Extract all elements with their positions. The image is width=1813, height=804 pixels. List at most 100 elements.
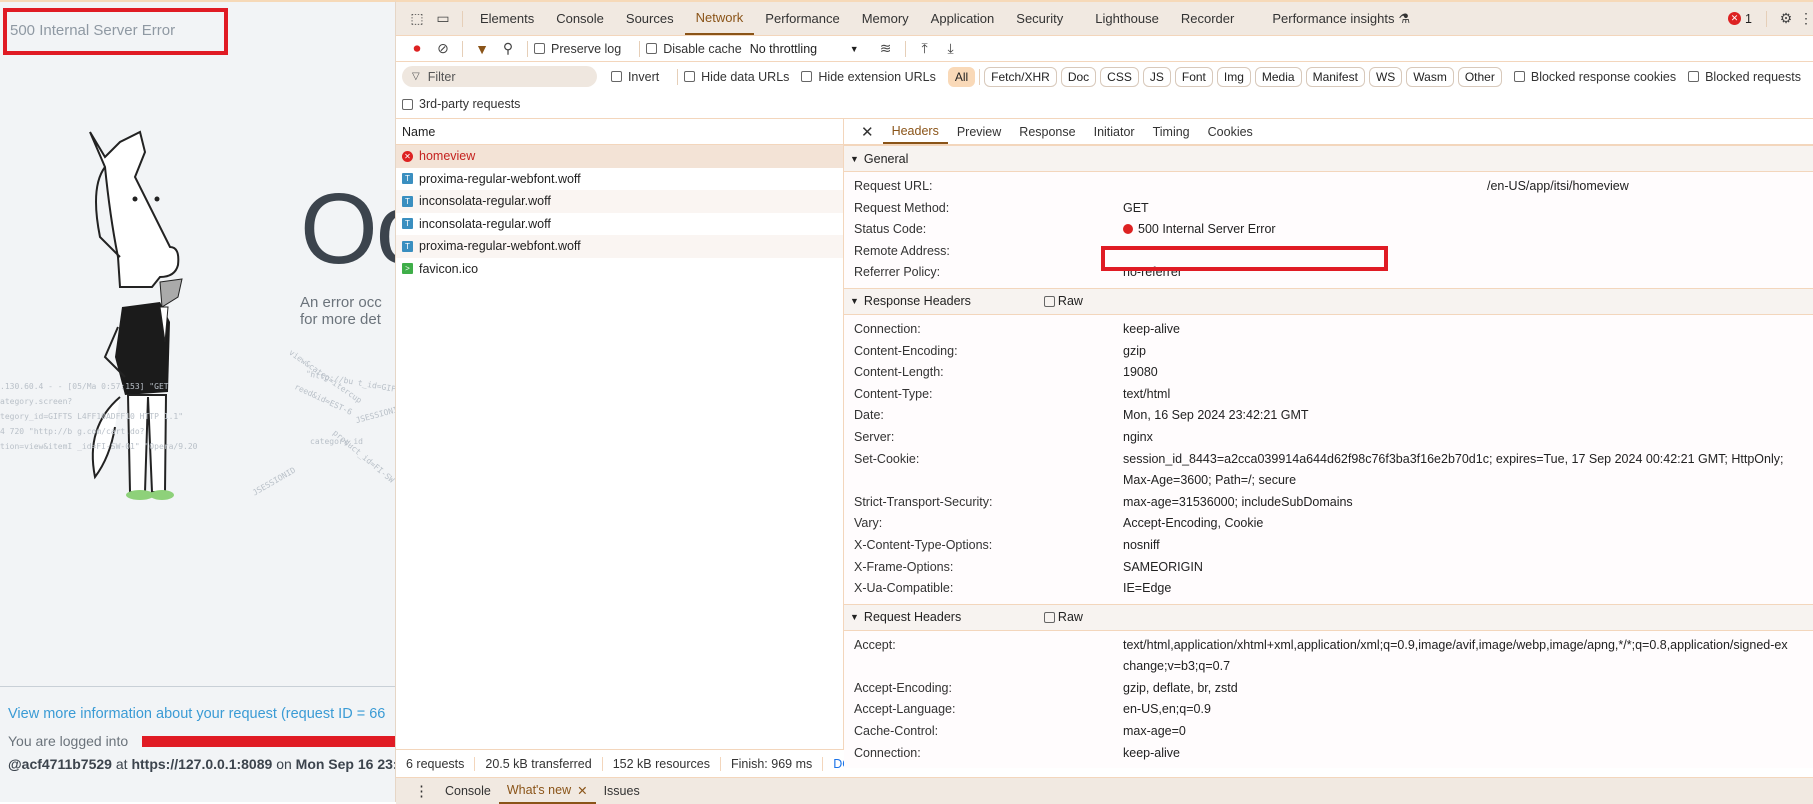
drawer-menu-icon[interactable]: ⋮ — [406, 778, 437, 804]
tab-application[interactable]: Application — [920, 2, 1006, 35]
hide-data-urls-checkbox[interactable]: Hide data URLs — [684, 70, 789, 84]
filter-placeholder: Filter — [427, 69, 456, 84]
filter-input[interactable]: ▽ Filter — [402, 66, 597, 87]
error-count[interactable]: 1 — [1745, 12, 1752, 26]
request-row[interactable]: Tinconsolata-regular.woff — [396, 190, 843, 213]
request-row[interactable]: > favicon.ico — [396, 257, 843, 280]
network-conditions-icon[interactable]: ≋ — [873, 38, 899, 60]
header-key: Request Method: — [854, 200, 950, 215]
header-key: Content-Encoding: — [854, 343, 958, 358]
hide-extension-urls-checkbox[interactable]: Hide extension URLs — [801, 69, 936, 84]
type-filter-wasm[interactable]: Wasm — [1406, 66, 1454, 87]
tab-sources[interactable]: Sources — [615, 2, 685, 35]
type-filter-manifest[interactable]: Manifest — [1305, 66, 1365, 87]
error-message-line-2: for more det — [300, 311, 381, 328]
more-info-link[interactable]: View more information about your request… — [8, 706, 385, 722]
throttling-select[interactable]: No throttling — [750, 42, 850, 56]
raw-checkbox[interactable]: Raw — [1043, 294, 1083, 308]
request-details: ✕ Headers Preview Response Initiator Tim… — [844, 118, 1813, 804]
more-options-icon[interactable]: ⋮ — [1799, 8, 1813, 30]
separator — [1766, 10, 1767, 27]
settings-gear-icon[interactable]: ⚙ — [1773, 8, 1799, 30]
type-filter-ws[interactable]: WS — [1368, 66, 1403, 87]
error-icon[interactable]: ✕ — [1728, 12, 1742, 25]
request-row[interactable]: ✕ homeview — [396, 145, 843, 168]
general-section-header[interactable]: ▼ General — [844, 145, 1813, 172]
third-party-checkbox[interactable]: 3rd-party requests — [402, 97, 520, 111]
record-stop-icon[interactable]: ⏺ — [404, 38, 430, 60]
tab-memory[interactable]: Memory — [851, 2, 920, 35]
log-text: 4 720 "http://b g.com/cart.do? — [0, 427, 145, 436]
tab-security[interactable]: Security — [1005, 2, 1074, 35]
disable-cache-checkbox[interactable]: Disable cache — [646, 42, 742, 56]
close-details-icon[interactable]: ✕ — [852, 119, 883, 144]
close-icon[interactable]: ✕ — [577, 783, 587, 798]
header-row: Date: Mon, 16 Sep 2024 23:42:21 GMT — [844, 405, 1813, 427]
tab-preview[interactable]: Preview — [948, 119, 1010, 144]
tab-console[interactable]: Console — [545, 2, 615, 35]
devtools-panel: ⬚ ▭ Elements Console Sources Network Per… — [395, 0, 1813, 804]
response-headers-section-header[interactable]: ▼ Response Headers Raw — [844, 287, 1813, 315]
export-har-download-icon[interactable]: ⤓ — [938, 38, 964, 60]
font-file-icon: T — [402, 240, 413, 252]
inspect-element-icon[interactable]: ⬚ — [404, 8, 430, 30]
header-key: Server: — [854, 429, 895, 444]
request-row[interactable]: Tinconsolata-regular.woff — [396, 213, 843, 236]
header-key: Status Code: — [854, 222, 927, 237]
resources-size: 152 kB resources — [613, 756, 721, 771]
log-text: .130.60.4 - - [05/Ma 0:57:153] "GET — [0, 382, 169, 391]
request-row[interactable]: Tproxima-regular-webfont.woff — [396, 168, 843, 191]
type-filter-css[interactable]: CSS — [1100, 66, 1139, 87]
tab-headers[interactable]: Headers — [882, 119, 948, 144]
request-row[interactable]: Tproxima-regular-webfont.woff — [396, 235, 843, 258]
header-key: Set-Cookie: — [854, 451, 920, 466]
clear-icon[interactable]: ⊘ — [430, 38, 456, 60]
header-row: Request URL: /en-US/app/itsi/homeview — [844, 176, 1813, 198]
import-har-upload-icon[interactable]: ⤒ — [912, 38, 938, 60]
tab-network[interactable]: Network — [684, 2, 755, 35]
drawer-tab-issues[interactable]: Issues — [596, 778, 648, 804]
request-headers-section-header[interactable]: ▼ Request Headers Raw — [844, 603, 1813, 631]
header-key: Content-Type: — [854, 386, 933, 401]
type-filter-font[interactable]: Font — [1174, 66, 1213, 87]
raw-checkbox[interactable]: Raw — [1043, 610, 1083, 624]
type-filter-js[interactable]: JS — [1142, 66, 1171, 87]
type-filter-all[interactable]: All — [947, 66, 976, 87]
header-value: nosniff — [1123, 537, 1160, 552]
tab-lighthouse[interactable]: Lighthouse — [1084, 2, 1170, 35]
general-rows: Request URL: /en-US/app/itsi/homeview Req… — [844, 172, 1813, 288]
type-filter-other[interactable]: Other — [1457, 66, 1502, 87]
flask-icon: ⚗ — [1398, 10, 1411, 26]
tab-performance-insights[interactable]: Performance insights ⚗ — [1261, 2, 1421, 35]
name-column-header[interactable]: Name — [396, 119, 843, 145]
blocked-response-cookies-checkbox[interactable]: Blocked response cookies — [1513, 70, 1676, 84]
device-toolbar-icon[interactable]: ▭ — [430, 8, 456, 30]
highlight-box — [1101, 246, 1388, 271]
logged-date: Mon Sep 16 23: — [295, 756, 395, 772]
type-filter-fetch-xhr[interactable]: Fetch/XHR — [984, 66, 1057, 87]
tab-recorder[interactable]: Recorder — [1170, 2, 1245, 35]
filter-funnel-icon[interactable]: ▼ — [469, 38, 495, 60]
header-row: Connection: keep-alive — [844, 319, 1813, 341]
hide-extension-urls-label: Hide extension URLs — [818, 69, 936, 84]
font-file-icon: T — [402, 218, 413, 230]
invert-checkbox[interactable]: Invert — [610, 70, 659, 84]
drawer-tab-whats-new[interactable]: What's new ✕ — [498, 778, 596, 804]
drawer-tab-console[interactable]: Console — [437, 778, 499, 804]
tab-initiator[interactable]: Initiator — [1085, 119, 1144, 144]
disable-cache-label: Disable cache — [663, 41, 742, 56]
type-filter-media[interactable]: Media — [1254, 66, 1302, 87]
tab-performance[interactable]: Performance — [754, 2, 850, 35]
search-icon[interactable]: ⚲ — [495, 38, 521, 60]
type-filter-doc[interactable]: Doc — [1060, 66, 1097, 87]
tab-elements[interactable]: Elements — [469, 2, 545, 35]
tab-response[interactable]: Response — [1010, 119, 1084, 144]
preserve-log-checkbox[interactable]: Preserve log — [534, 42, 621, 56]
tab-cookies[interactable]: Cookies — [1199, 119, 1262, 144]
log-text: product_id=FI-SW — [331, 428, 395, 485]
type-filter-img[interactable]: Img — [1216, 66, 1251, 87]
blocked-requests-checkbox[interactable]: Blocked requests — [1688, 70, 1801, 84]
header-key: Connection: — [854, 321, 921, 336]
tab-timing[interactable]: Timing — [1144, 119, 1199, 144]
chevron-down-icon[interactable]: ▼ — [850, 44, 859, 54]
